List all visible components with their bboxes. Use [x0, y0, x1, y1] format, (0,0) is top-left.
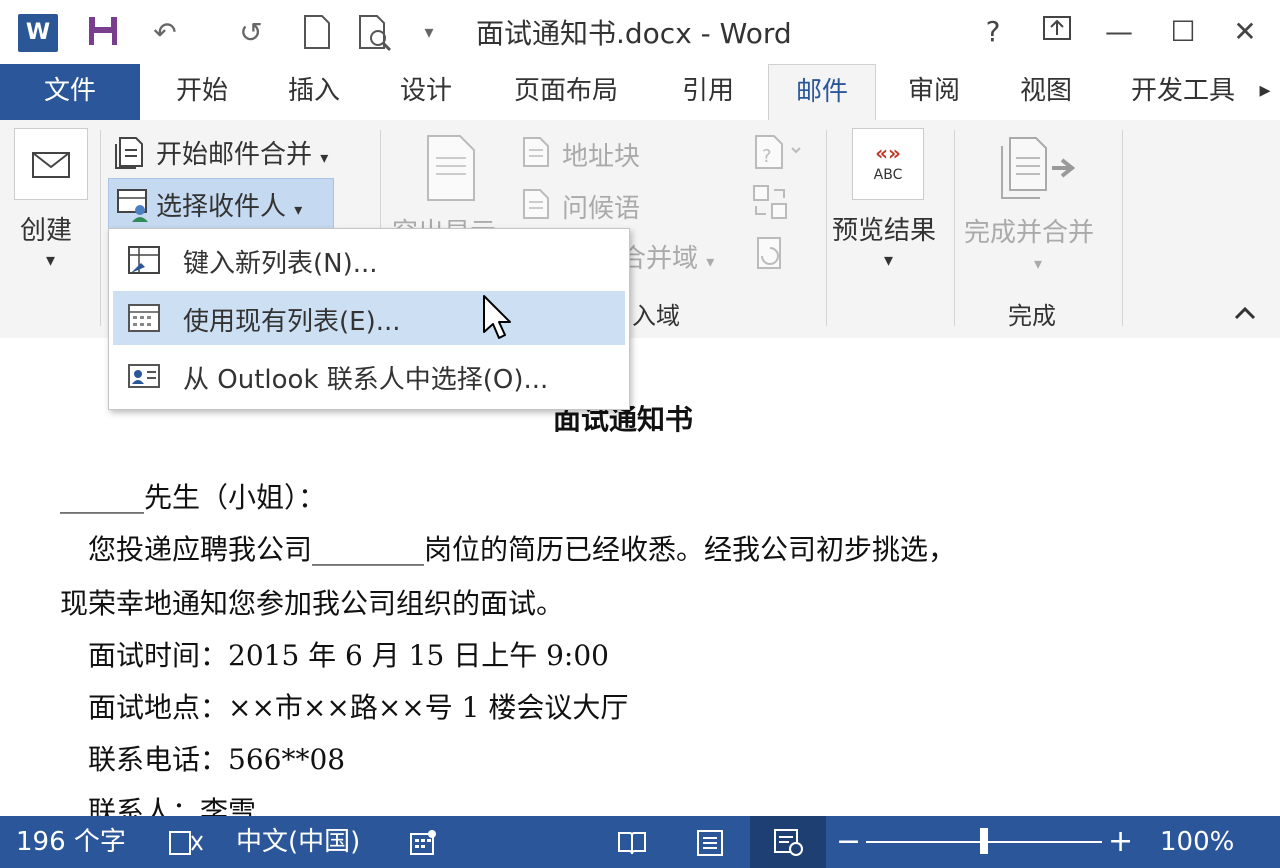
group-separator [826, 130, 827, 326]
tab-home[interactable]: 开始 [150, 64, 254, 118]
doc-line-invite: 现荣幸地通知您参加我公司组织的面试。 [60, 587, 565, 620]
tab-design[interactable]: 设计 [374, 64, 478, 118]
doc-line-location: 面试地点：××市××路××号 1 楼会议大厅 [60, 691, 629, 724]
doc-line-salutation: ______先生（小姐）： [60, 481, 327, 514]
zoom-slider-thumb[interactable] [980, 828, 988, 854]
customize-toolbar-icon[interactable]: ▾ [410, 14, 448, 52]
tab-view[interactable]: 视图 [994, 64, 1098, 118]
window-title: 面试通知书.docx - Word [476, 17, 792, 50]
zoom-in-button[interactable]: + [1108, 816, 1133, 868]
group-separator [1122, 130, 1123, 326]
group-separator [100, 130, 101, 326]
create-button[interactable]: 创建 [20, 210, 72, 247]
minimize-button[interactable]: — [1096, 10, 1142, 54]
new-document-icon[interactable] [298, 14, 336, 52]
group-label-insert-fields: 入域 [632, 302, 680, 330]
maximize-button[interactable]: ☐ [1160, 10, 1206, 54]
redo-icon[interactable]: ↺ [232, 14, 270, 52]
select-recipients-icon [116, 186, 152, 226]
tab-insert[interactable]: 插入 [262, 64, 366, 118]
tab-scroll-right-icon[interactable]: ▸ [1250, 64, 1280, 118]
save-icon[interactable] [84, 14, 122, 52]
print-preview-icon[interactable] [356, 14, 394, 52]
doc-clip: 联系人：李雪 [0, 790, 1280, 816]
doc-line-time: 面试时间：2015 年 6 月 15 日上午 9:00 [60, 639, 609, 672]
language-indicator[interactable]: 中文(中国) [236, 816, 360, 868]
greeting-line-button[interactable]: 问候语 [562, 188, 640, 225]
menu-item-type-new-list[interactable]: 键入新列表(N)... [113, 233, 625, 287]
doc-line-intro: 您投递应聘我公司________岗位的简历已经收悉。经我公司初步挑选， [60, 533, 957, 566]
update-labels-icon[interactable] [752, 236, 788, 276]
outlook-contacts-icon [128, 364, 160, 388]
menu-item-label: 使用现有列表(E)... [183, 307, 401, 337]
web-layout-icon [774, 829, 803, 856]
doc-line-contact: 联系人：李雪 [60, 795, 257, 816]
menu-item-label: 从 Outlook 联系人中选择(O)... [183, 365, 549, 395]
finish-merge-icon [996, 136, 1080, 204]
tab-developer[interactable]: 开发工具 [1116, 64, 1250, 118]
match-fields-icon[interactable] [752, 184, 788, 224]
select-recipients-menu: 键入新列表(N)... 使用现有列表(E)... 从 Outlook 联系人中选… [108, 228, 630, 410]
create-dropdown-icon[interactable]: ▾ [46, 250, 55, 271]
insert-merge-field-button[interactable]: 合并域 ▾ [620, 238, 714, 275]
mouse-cursor-icon [482, 294, 514, 346]
merge-field-marks: «» [875, 141, 901, 165]
tab-page-layout[interactable]: 页面布局 [496, 64, 636, 118]
menu-item-label: 键入新列表(N)... [183, 249, 378, 279]
word-app-icon[interactable]: W [18, 14, 58, 52]
envelope-icon [32, 152, 70, 178]
web-layout-button[interactable] [750, 816, 826, 868]
proofing-icon[interactable] [168, 816, 204, 868]
finish-and-merge-button[interactable]: 完成并合并 [964, 212, 1094, 249]
tab-mailings[interactable]: 邮件 [768, 64, 876, 121]
undo-icon[interactable]: ↶ [146, 14, 184, 52]
read-mode-icon[interactable] [616, 816, 648, 868]
finish-merge-dropdown-icon[interactable]: ▾ [1034, 254, 1042, 273]
menu-item-outlook-contacts[interactable]: 从 Outlook 联系人中选择(O)... [113, 349, 625, 403]
menu-item-use-existing-list[interactable]: 使用现有列表(E)... [113, 291, 625, 345]
address-block-icon [522, 136, 550, 172]
highlight-merge-fields-icon [424, 134, 478, 206]
group-label-finish: 完成 [1008, 302, 1056, 330]
tab-review[interactable]: 审阅 [882, 64, 986, 118]
tab-file[interactable]: 文件 [0, 64, 140, 120]
zoom-out-button[interactable]: − [836, 816, 861, 868]
tab-references[interactable]: 引用 [656, 64, 760, 118]
zoom-level[interactable]: 100% [1160, 816, 1234, 868]
macro-record-icon[interactable] [408, 816, 438, 868]
doc-line-phone: 联系电话：566**08 [60, 743, 346, 776]
start-merge-icon [114, 134, 150, 174]
print-layout-icon[interactable] [694, 816, 726, 868]
address-block-button[interactable]: 地址块 [562, 136, 640, 173]
svg-text:?: ? [762, 146, 772, 167]
preview-results-icon[interactable]: «» ABC [852, 128, 924, 200]
ribbon-display-options-icon[interactable] [1034, 10, 1080, 54]
group-separator [954, 130, 955, 326]
close-button[interactable]: ✕ [1222, 10, 1268, 54]
word-count[interactable]: 196 个字 [16, 816, 126, 868]
new-list-icon [128, 246, 160, 274]
abc-text: ABC [873, 167, 903, 183]
existing-list-icon [128, 304, 160, 332]
collapse-ribbon-icon[interactable] [1232, 304, 1258, 326]
rules-icon[interactable]: ? [752, 134, 802, 174]
help-button[interactable]: ? [970, 10, 1016, 54]
create-button-frame[interactable] [14, 128, 88, 200]
start-mail-merge-button[interactable]: 开始邮件合并 ▾ [156, 134, 328, 171]
select-recipients-label: 选择收件人 ▾ [156, 192, 303, 222]
preview-results-button[interactable]: 预览结果 [832, 210, 936, 247]
greeting-line-icon [522, 188, 550, 224]
preview-results-dropdown-icon[interactable]: ▾ [884, 250, 893, 271]
